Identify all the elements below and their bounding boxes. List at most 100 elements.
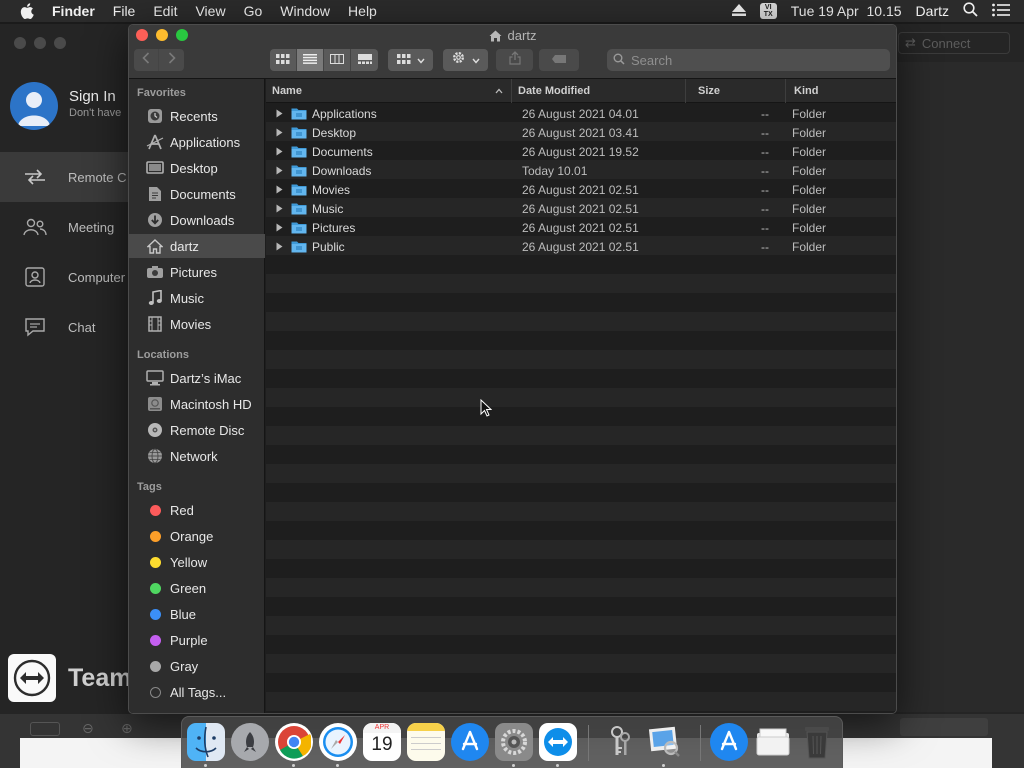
table-row[interactable]: Documents 26 August 2021 19.52 -- Folder — [266, 142, 896, 161]
calendar-icon[interactable]: APR 19 — [363, 723, 401, 761]
tv-nav-meeting[interactable]: Meeting — [0, 202, 128, 252]
preview-icon[interactable] — [645, 723, 683, 761]
notes-icon[interactable] — [407, 723, 445, 761]
sidebar-tag-gray[interactable]: Gray — [129, 654, 265, 678]
sidebar-item-imac[interactable]: Dartz’s iMac — [129, 366, 265, 390]
folder-icon — [291, 218, 307, 237]
sidebar-item-music[interactable]: Music — [129, 286, 265, 310]
folder-stack-icon[interactable] — [754, 723, 792, 761]
tv-close-button[interactable] — [14, 37, 26, 49]
search-input[interactable] — [631, 52, 871, 68]
trash-icon[interactable] — [798, 723, 836, 761]
sidebar-all-tags[interactable]: All Tags... — [129, 680, 265, 704]
tv-profile[interactable]: Sign In Don't have — [10, 82, 121, 130]
eject-icon[interactable] — [731, 3, 746, 19]
disclosure-triangle-icon[interactable] — [274, 142, 284, 161]
sidebar-tag-yellow[interactable]: Yellow — [129, 550, 265, 574]
column-header-size[interactable]: Size — [686, 79, 786, 103]
table-row[interactable]: Music 26 August 2021 02.51 -- Folder — [266, 199, 896, 218]
sidebar-item-documents[interactable]: Documents — [129, 182, 265, 206]
keychain-icon[interactable] — [601, 723, 639, 761]
column-header-name[interactable]: Name — [266, 79, 512, 103]
table-row[interactable]: Desktop 26 August 2021 03.41 -- Folder — [266, 123, 896, 142]
menubar-user[interactable]: Dartz — [916, 3, 949, 19]
table-row[interactable]: Movies 26 August 2021 02.51 -- Folder — [266, 180, 896, 199]
menu-file[interactable]: File — [113, 3, 136, 19]
sidebar-item-applications[interactable]: Applications — [129, 130, 265, 154]
menu-help[interactable]: Help — [348, 3, 377, 19]
input-source-badge[interactable]: VI TX — [759, 3, 777, 19]
sidebar-toggle-icon[interactable] — [30, 722, 60, 736]
sidebar-item-label: Orange — [170, 528, 214, 544]
action-menu-button[interactable] — [443, 49, 488, 71]
table-row[interactable]: Applications 26 August 2021 04.01 -- Folder — [266, 104, 896, 123]
list-view-button[interactable] — [297, 49, 324, 71]
disclosure-triangle-icon[interactable] — [274, 104, 284, 123]
table-row[interactable]: Public 26 August 2021 02.51 -- Folder — [266, 237, 896, 256]
menubar-clock[interactable]: Tue 19 Apr 10.15 — [791, 3, 902, 19]
sidebar-tag-purple[interactable]: Purple — [129, 628, 265, 652]
finder-icon[interactable] — [187, 723, 225, 761]
teamviewer-icon[interactable] — [539, 723, 577, 761]
sidebar-item-pictures[interactable]: Pictures — [129, 260, 265, 284]
column-header-date[interactable]: Date Modified — [512, 79, 686, 103]
disclosure-triangle-icon[interactable] — [274, 199, 284, 218]
disclosure-triangle-icon[interactable] — [274, 218, 284, 237]
tv-minimize-button[interactable] — [34, 37, 46, 49]
sidebar-item-downloads[interactable]: Downloads — [129, 208, 265, 232]
sidebar-header-locations: Locations — [137, 349, 189, 361]
menu-finder[interactable]: Finder — [52, 3, 95, 19]
sidebar-tag-red[interactable]: Red — [129, 498, 265, 522]
tv-nav-computers[interactable]: Computer — [0, 252, 128, 302]
app-store-icon[interactable] — [451, 723, 489, 761]
sidebar-item-remote-disc[interactable]: Remote Disc — [129, 418, 265, 442]
sidebar-item-network[interactable]: Network — [129, 444, 265, 468]
sidebar-item-recents[interactable]: Recents — [129, 104, 265, 128]
sidebar-item-desktop[interactable]: Desktop — [129, 156, 265, 180]
group-by-button[interactable] — [388, 49, 433, 71]
search-field[interactable] — [607, 49, 890, 71]
disclosure-triangle-icon[interactable] — [274, 237, 284, 256]
menu-go[interactable]: Go — [244, 3, 263, 19]
zoom-in-icon[interactable]: ⊕ — [121, 720, 133, 737]
sidebar-item-label: Macintosh HD — [170, 396, 252, 412]
disclosure-triangle-icon[interactable] — [274, 123, 284, 142]
menu-view[interactable]: View — [195, 3, 225, 19]
forward-button[interactable] — [159, 49, 184, 71]
zoom-out-icon[interactable]: ⊖ — [82, 720, 94, 737]
gallery-view-button[interactable] — [351, 49, 378, 71]
icon-view-button[interactable] — [270, 49, 297, 71]
apple-menu-icon[interactable] — [20, 3, 40, 19]
table-row[interactable]: Downloads Today 10.01 -- Folder — [266, 161, 896, 180]
tv-maximize-button[interactable] — [54, 37, 66, 49]
tv-nav-remote-control[interactable]: Remote C — [0, 152, 128, 202]
tv-signin-title[interactable]: Sign In — [69, 88, 121, 105]
sidebar-item-label: Recents — [170, 108, 218, 124]
notification-center-icon[interactable] — [992, 3, 1010, 20]
sidebar-tag-green[interactable]: Green — [129, 576, 265, 600]
safari-icon[interactable] — [319, 723, 357, 761]
sidebar-tag-orange[interactable]: Orange — [129, 524, 265, 548]
sidebar-tag-blue[interactable]: Blue — [129, 602, 265, 626]
system-preferences-icon[interactable] — [495, 723, 533, 761]
tv-nav-chat[interactable]: Chat — [0, 302, 128, 352]
disclosure-triangle-icon[interactable] — [274, 180, 284, 199]
menu-window[interactable]: Window — [280, 3, 330, 19]
chevron-right-icon — [168, 51, 176, 69]
table-row[interactable]: Pictures 26 August 2021 02.51 -- Folder — [266, 218, 896, 237]
sidebar-item-dartz[interactable]: dartz — [129, 234, 265, 258]
share-button[interactable] — [496, 49, 533, 71]
spotlight-search-icon[interactable] — [963, 2, 978, 20]
launchpad-icon[interactable] — [231, 723, 269, 761]
sidebar-item-movies[interactable]: Movies — [129, 312, 265, 336]
menu-edit[interactable]: Edit — [153, 3, 177, 19]
column-view-button[interactable] — [324, 49, 351, 71]
edit-tags-button[interactable] — [539, 49, 579, 71]
sidebar-item-macintosh-hd[interactable]: Macintosh HD — [129, 392, 265, 416]
column-header-kind[interactable]: Kind — [786, 79, 896, 103]
app-store-downloads-icon[interactable] — [710, 723, 748, 761]
back-button[interactable] — [134, 49, 159, 71]
chrome-icon[interactable] — [275, 723, 313, 761]
tv-connect-button[interactable]: ⇄ Connect — [898, 32, 1010, 54]
disclosure-triangle-icon[interactable] — [274, 161, 284, 180]
